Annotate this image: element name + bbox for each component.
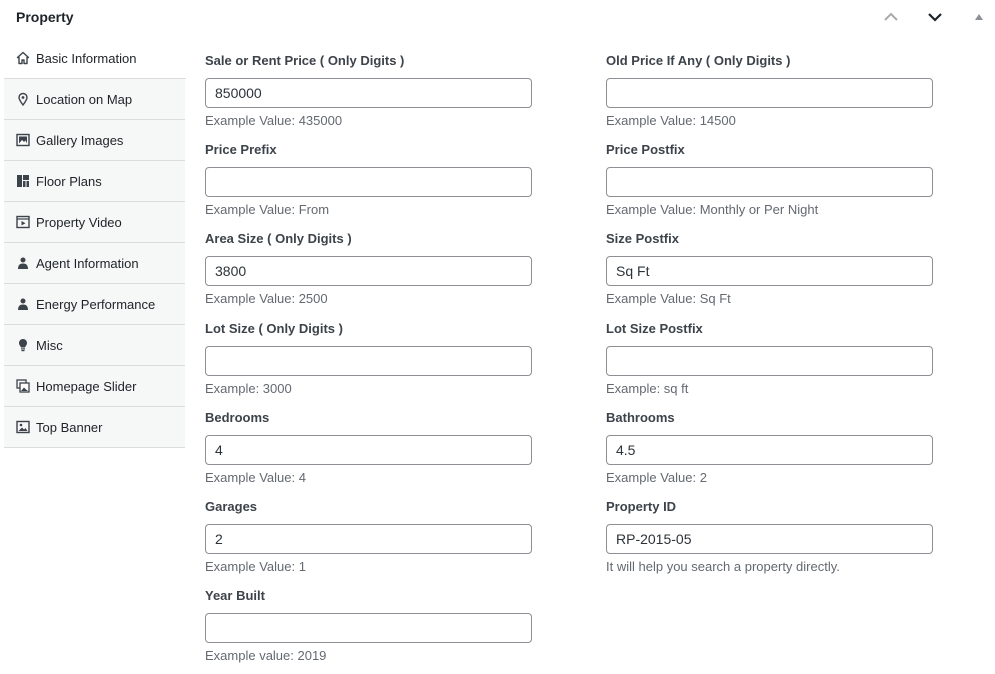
tab-label: Floor Plans — [36, 173, 102, 189]
field-description: Example Value: 14500 — [606, 113, 736, 128]
field-label: Bedrooms — [205, 410, 270, 425]
field-lot-size: Lot Size ( Only Digits ) Example: 3000 — [205, 320, 532, 397]
field-label: Old Price If Any ( Only Digits ) — [606, 53, 791, 68]
field-area-size: Area Size ( Only Digits ) Example Value:… — [205, 230, 532, 307]
bathrooms-input[interactable] — [606, 435, 933, 465]
price-prefix-input[interactable] — [205, 167, 532, 197]
field-description: Example Value: 435000 — [205, 113, 343, 128]
location-pin-icon — [16, 92, 30, 106]
video-icon — [16, 215, 30, 229]
move-up-button[interactable] — [879, 6, 903, 28]
field-description: It will help you search a property direc… — [606, 559, 840, 574]
field-label: Property ID — [606, 499, 677, 514]
field-lot-size-postfix: Lot Size Postfix Example: sq ft — [606, 320, 933, 397]
tab-label: Location on Map — [36, 91, 133, 107]
tabs-filler — [4, 448, 185, 674]
field-price-postfix: Price Postfix Example Value: Monthly or … — [606, 141, 933, 218]
field-label: Garages — [205, 499, 258, 514]
tab-property-video[interactable]: Property Video — [4, 202, 185, 243]
tab-top-banner[interactable]: Top Banner — [4, 407, 185, 448]
field-price-prefix: Price Prefix Example Value: From — [205, 141, 532, 218]
tab-floor-plans[interactable]: Floor Plans — [4, 161, 185, 202]
field-description: Example: 3000 — [205, 381, 292, 396]
image-icon — [16, 420, 30, 434]
field-bedrooms: Bedrooms Example Value: 4 — [205, 409, 532, 486]
field-label: Bathrooms — [606, 410, 675, 425]
field-price: Sale or Rent Price ( Only Digits ) Examp… — [205, 52, 532, 129]
field-description: Example Value: Monthly or Per Night — [606, 202, 819, 217]
tab-label: Property Video — [36, 214, 122, 230]
field-label: Lot Size Postfix — [606, 321, 703, 336]
year-built-input[interactable] — [205, 613, 532, 643]
field-bathrooms: Bathrooms Example Value: 2 — [606, 409, 933, 486]
field-label: Price Postfix — [606, 142, 685, 157]
field-description: Example Value: 2 — [606, 470, 707, 485]
field-label: Area Size ( Only Digits ) — [205, 231, 352, 246]
old-price-input[interactable] — [606, 78, 933, 108]
slides-icon — [16, 379, 30, 393]
size-postfix-input[interactable] — [606, 256, 933, 286]
field-year-built: Year Built Example value: 2019 — [205, 587, 532, 664]
field-garages: Garages Example Value: 1 — [205, 498, 532, 575]
tab-label: Basic Information — [36, 50, 137, 66]
garages-input[interactable] — [205, 524, 532, 554]
tab-label: Top Banner — [36, 419, 103, 435]
price-postfix-input[interactable] — [606, 167, 933, 197]
field-description: Example Value: 1 — [205, 559, 306, 574]
person-icon — [16, 297, 30, 311]
field-description: Example value: 2019 — [205, 648, 327, 663]
lot-size-input[interactable] — [205, 346, 532, 376]
tab-label: Agent Information — [36, 255, 139, 271]
images-icon — [16, 133, 30, 147]
field-description: Example Value: 4 — [205, 470, 306, 485]
field-description: Example Value: Sq Ft — [606, 291, 731, 306]
tab-label: Energy Performance — [36, 296, 156, 312]
toggle-panel-button[interactable] — [967, 6, 991, 28]
field-label: Year Built — [205, 588, 265, 603]
panel-title: Property — [16, 9, 74, 25]
tab-misc[interactable]: Misc — [4, 325, 185, 366]
field-description: Example: sq ft — [606, 381, 689, 396]
field-label: Size Postfix — [606, 231, 679, 246]
bedrooms-input[interactable] — [205, 435, 532, 465]
lightbulb-icon — [16, 338, 30, 352]
tabs-sidebar: Basic Information Location on Map Galler… — [4, 38, 186, 674]
tab-basic-information[interactable]: Basic Information — [4, 38, 186, 79]
field-property-id: Property ID It will help you search a pr… — [606, 498, 933, 575]
field-size-postfix: Size Postfix Example Value: Sq Ft — [606, 230, 933, 307]
tab-label: Homepage Slider — [36, 378, 137, 394]
tab-location-on-map[interactable]: Location on Map — [4, 79, 185, 120]
tab-label: Misc — [36, 337, 63, 353]
price-input[interactable] — [205, 78, 532, 108]
tab-energy-performance[interactable]: Energy Performance — [4, 284, 185, 325]
triangle-up-icon — [974, 13, 984, 21]
move-down-button[interactable] — [923, 6, 947, 28]
field-description: Example Value: 2500 — [205, 291, 328, 306]
field-description: Example Value: From — [205, 202, 330, 217]
field-old-price: Old Price If Any ( Only Digits ) Example… — [606, 52, 933, 129]
panel-header: Property — [0, 0, 995, 36]
chevron-down-icon — [928, 12, 942, 22]
tab-agent-information[interactable]: Agent Information — [4, 243, 185, 284]
tab-homepage-slider[interactable]: Homepage Slider — [4, 366, 185, 407]
person-icon — [16, 256, 30, 270]
area-size-input[interactable] — [205, 256, 532, 286]
chevron-up-icon — [884, 12, 898, 22]
tab-gallery-images[interactable]: Gallery Images — [4, 120, 185, 161]
floor-plan-icon — [16, 174, 30, 188]
field-label: Price Prefix — [205, 142, 277, 157]
field-label: Lot Size ( Only Digits ) — [205, 321, 343, 336]
home-icon — [16, 51, 30, 65]
property-id-input[interactable] — [606, 524, 933, 554]
tab-label: Gallery Images — [36, 132, 124, 148]
field-label: Sale or Rent Price ( Only Digits ) — [205, 53, 405, 68]
lot-size-postfix-input[interactable] — [606, 346, 933, 376]
